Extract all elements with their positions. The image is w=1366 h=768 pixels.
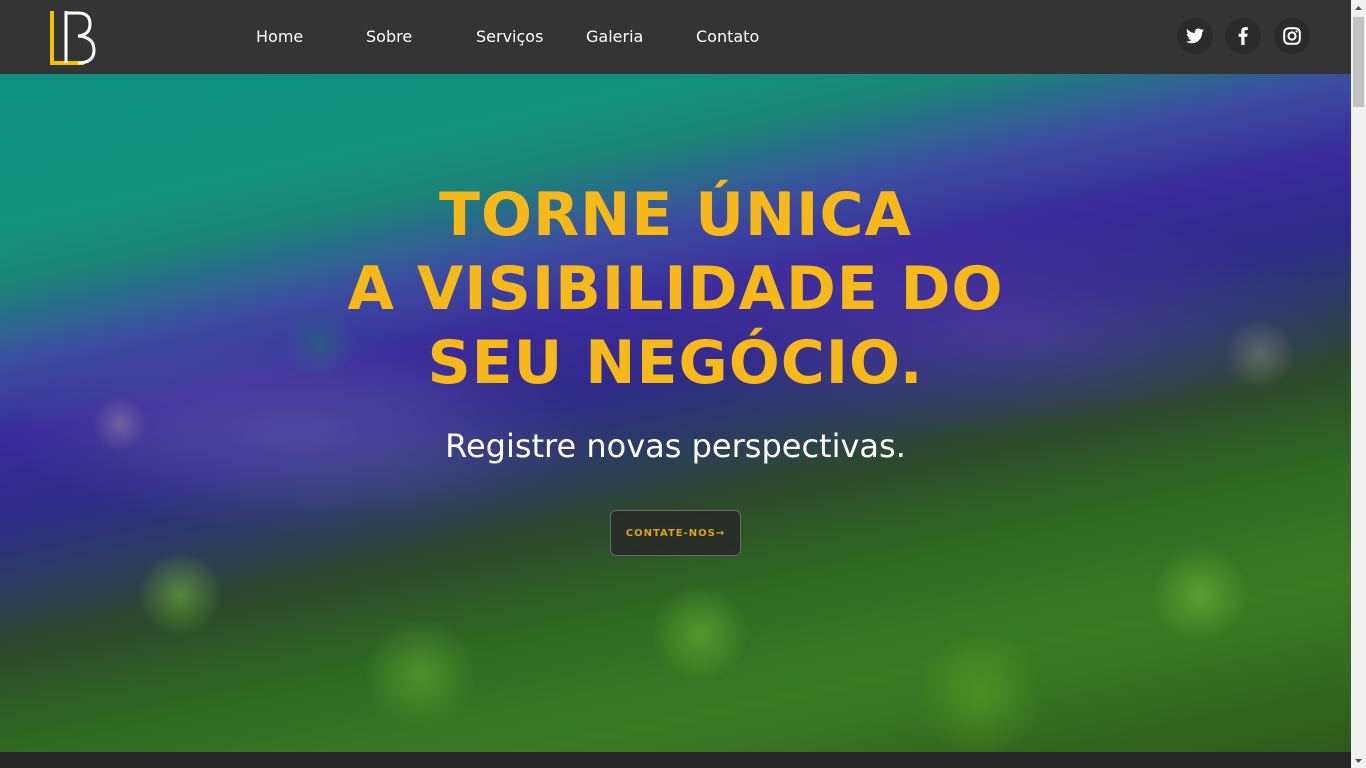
contact-us-button[interactable]: CONTATE-NOS→ <box>610 510 741 556</box>
nav-item-galeria[interactable]: Galeria <box>586 26 643 48</box>
twitter-link[interactable] <box>1177 18 1213 54</box>
hero-section: TORNE ÚNICA A VISIBILIDADE DO SEU NEGÓCI… <box>0 74 1351 752</box>
nav-item-home[interactable]: Home <box>256 26 303 48</box>
hero-title-line-3: SEU NEGÓCIO. <box>427 328 924 398</box>
scrollbar-thumb[interactable] <box>1353 17 1364 107</box>
hero-title-line-1: TORNE ÚNICA <box>439 180 912 250</box>
hero-title-line-2: A VISIBILIDADE DO <box>347 254 1004 324</box>
nav-item-servicos[interactable]: Serviços <box>476 26 543 48</box>
footer-strip <box>0 752 1351 768</box>
nav-item-sobre[interactable]: Sobre <box>366 26 412 48</box>
facebook-link[interactable] <box>1225 18 1261 54</box>
nav-item-contato[interactable]: Contato <box>696 26 759 48</box>
facebook-icon <box>1238 27 1248 45</box>
scrollbar-track[interactable] <box>1351 0 1366 768</box>
scroll-up-arrow-icon[interactable] <box>1351 0 1366 15</box>
instagram-link[interactable] <box>1274 18 1310 54</box>
hero-title: TORNE ÚNICA A VISIBILIDADE DO SEU NEGÓCI… <box>0 178 1351 400</box>
lb-monogram-logo-icon <box>50 11 96 65</box>
hero-subtitle: Registre novas perspectivas. <box>445 427 906 465</box>
aerial-coast-forest-photo <box>0 74 1351 752</box>
brand-logo[interactable] <box>48 9 98 65</box>
twitter-icon <box>1186 28 1204 44</box>
scroll-down-arrow-icon[interactable] <box>1351 753 1366 768</box>
instagram-icon <box>1283 27 1301 45</box>
top-navbar: Home Sobre Serviços Galeria Contato <box>0 0 1351 74</box>
